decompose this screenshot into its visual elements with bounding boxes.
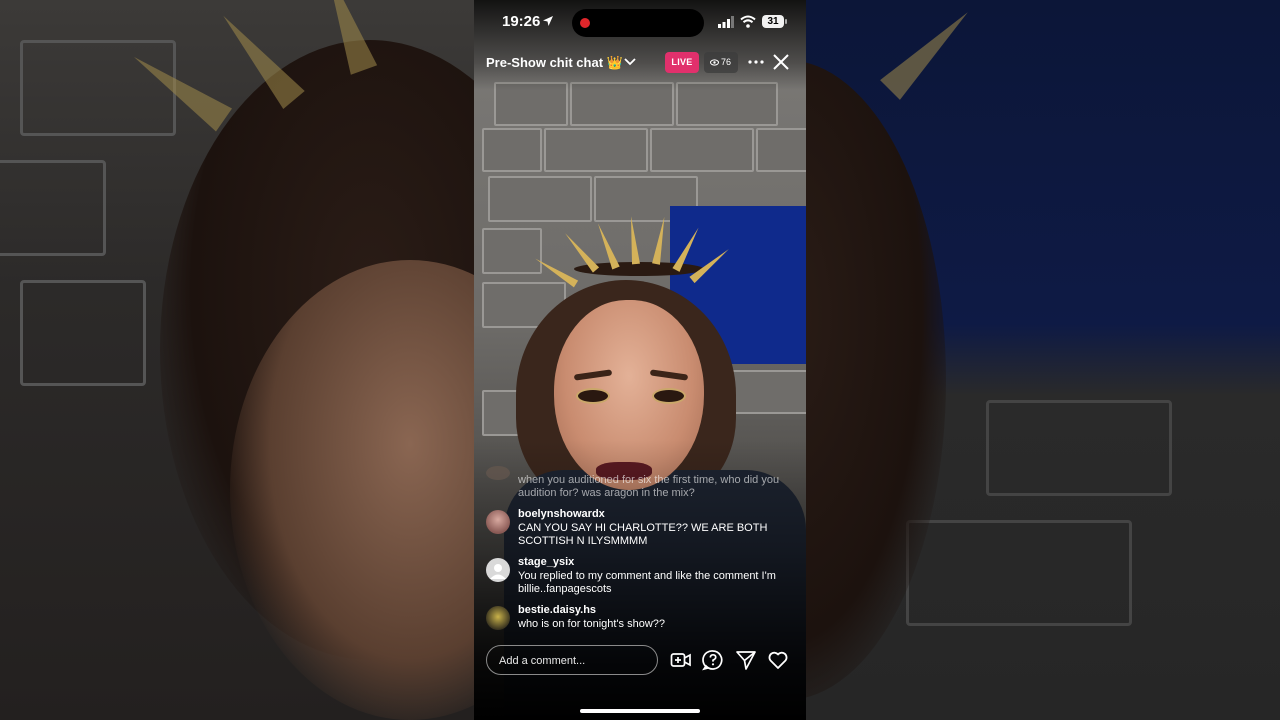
wall-brick — [20, 280, 146, 386]
clock: 19:26 — [502, 13, 541, 30]
wall-brick — [650, 128, 754, 172]
live-header: Pre-Show chit chat 👑 LIVE 76 — [474, 48, 806, 78]
viewer-count: 76 — [721, 57, 732, 67]
eye — [576, 388, 610, 404]
live-badge: LIVE — [665, 52, 699, 73]
comment-input[interactable]: Add a comment... — [486, 645, 658, 675]
avatar — [486, 466, 510, 480]
heart-icon[interactable] — [767, 649, 789, 671]
status-bar: 19:26 31 — [474, 0, 806, 44]
dynamic-island — [572, 9, 704, 37]
viewer-count-badge[interactable]: 76 — [704, 52, 738, 73]
wifi-icon — [740, 15, 756, 28]
comment-text: who is on for tonight's show?? — [518, 618, 666, 630]
close-icon[interactable] — [772, 53, 790, 71]
comment-username[interactable]: boelynshowardx — [518, 508, 605, 520]
battery-icon: 31 — [762, 15, 784, 28]
live-title[interactable]: Pre-Show chit chat 👑 — [486, 55, 623, 71]
send-icon[interactable] — [735, 649, 757, 671]
location-arrow-icon — [543, 16, 553, 26]
wall-brick — [906, 520, 1132, 626]
comment-text: when you auditioned for six the first ti… — [518, 474, 780, 499]
wall-brick — [0, 160, 106, 256]
battery-cap — [785, 19, 787, 24]
question-icon[interactable] — [702, 649, 724, 671]
comment-text: You replied to my comment and like the c… — [518, 570, 776, 595]
recording-indicator-icon — [580, 18, 590, 28]
default-avatar-icon — [490, 564, 506, 579]
wall-brick — [756, 128, 806, 172]
viewers-eye-icon — [710, 59, 719, 66]
comment-text: CAN YOU SAY HI CHARLOTTE?? WE ARE BOTH S… — [518, 522, 768, 547]
cellular-signal-icon — [718, 16, 734, 28]
background-left — [0, 0, 474, 720]
crown-spike — [627, 215, 640, 265]
background-right — [806, 0, 1280, 720]
wall-brick — [488, 176, 592, 222]
wall-brick — [544, 128, 648, 172]
more-icon[interactable] — [746, 54, 766, 70]
crown-spike — [652, 216, 669, 265]
wall-brick — [986, 400, 1172, 496]
eye — [652, 388, 686, 404]
avatar[interactable] — [486, 510, 510, 534]
add-video-icon[interactable] — [670, 649, 692, 671]
crown-spike — [880, 2, 978, 100]
avatar[interactable] — [486, 606, 510, 630]
home-indicator[interactable] — [580, 709, 700, 713]
avatar[interactable] — [486, 558, 510, 582]
wall-brick — [482, 228, 542, 274]
comment-username[interactable]: bestie.daisy.hs — [518, 604, 596, 616]
chevron-down-icon[interactable] — [624, 57, 636, 67]
live-stream-screen: 19:26 31 Pre-Show chit chat 👑 LIVE 76 wh… — [474, 0, 806, 720]
wall-brick — [482, 128, 542, 172]
comment-username[interactable]: stage_ysix — [518, 556, 574, 568]
